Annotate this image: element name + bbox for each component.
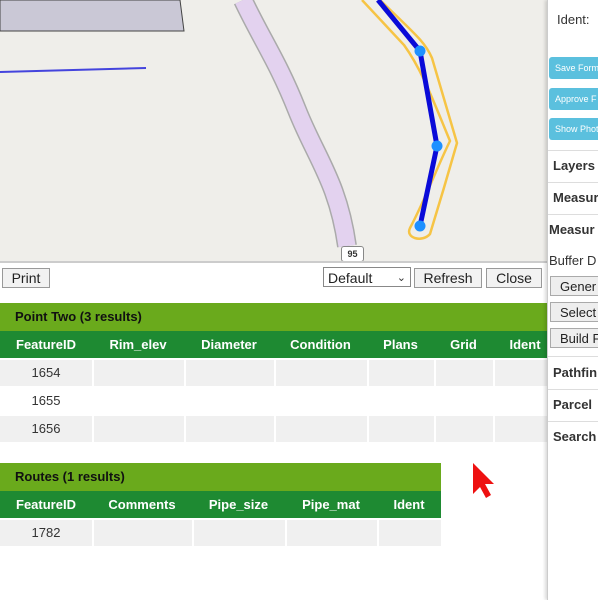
road-highway (235, 0, 356, 248)
select-button[interactable]: Select (550, 302, 598, 322)
save-form-button[interactable]: Save Form (549, 57, 598, 79)
search-section[interactable]: Search (553, 429, 596, 444)
parcel-polygon (0, 0, 185, 32)
measure-header[interactable]: Measur (549, 222, 595, 237)
empty-cell (369, 360, 434, 386)
divider (548, 389, 598, 390)
featureid-cell: 1782 (0, 520, 92, 546)
approve-button[interactable]: Approve F (549, 88, 598, 110)
divider (548, 150, 598, 151)
chevron-down-icon: ⌄ (396, 272, 406, 284)
col-featureid[interactable]: FeatureID (0, 331, 92, 358)
route-vertex (414, 220, 426, 232)
empty-cell (495, 416, 547, 442)
generate-button[interactable]: Gener (550, 276, 598, 296)
mouse-cursor-icon (473, 463, 494, 498)
featureid-cell: 1656 (0, 416, 92, 442)
divider (548, 182, 598, 183)
results-panel: Point Two (3 results) FeatureID Rim_elev… (0, 291, 547, 600)
featureid-cell: 1655 (31, 393, 61, 408)
col-condition[interactable]: Condition (274, 331, 367, 358)
empty-cell (94, 520, 192, 546)
show-photo-button[interactable]: Show Photo (549, 118, 598, 140)
table-row[interactable]: 1655 (0, 388, 547, 414)
build-button[interactable]: Build F (550, 328, 598, 348)
featureid-cell: 1654 (0, 360, 92, 386)
col-plans[interactable]: Plans (367, 331, 434, 358)
divider (548, 421, 598, 422)
empty-cell (94, 416, 184, 442)
map-canvas[interactable] (0, 0, 547, 261)
route-vertex (414, 45, 426, 57)
empty-cell (436, 360, 493, 386)
point-two-header: FeatureID Rim_elev Diameter Condition Pl… (0, 331, 547, 358)
buffer-distance-label: Buffer D (549, 253, 597, 268)
routes-title: Routes (1 results) (0, 463, 441, 491)
empty-cell (369, 416, 434, 442)
empty-cell (94, 360, 184, 386)
col-pipe-size[interactable]: Pipe_size (192, 491, 285, 518)
empty-cell (276, 360, 367, 386)
measure-section[interactable]: Measur (553, 190, 598, 205)
routes-header: FeatureID Comments Pipe_size Pipe_mat Id… (0, 491, 441, 518)
table-row[interactable]: 1782 (0, 520, 441, 546)
empty-cell (186, 360, 274, 386)
col-diameter[interactable]: Diameter (184, 331, 274, 358)
format-select[interactable]: Default ⌄ (323, 267, 411, 287)
map-view[interactable]: 95 (0, 0, 547, 261)
empty-cell (276, 416, 367, 442)
layers-section[interactable]: Layers (553, 158, 595, 173)
col-ident[interactable]: Ident (377, 491, 441, 518)
route-vertex (431, 140, 443, 152)
divider (548, 356, 598, 357)
empty-cell (436, 416, 493, 442)
empty-cell (495, 360, 547, 386)
empty-cell (287, 520, 377, 546)
col-rim-elev[interactable]: Rim_elev (92, 331, 184, 358)
col-grid[interactable]: Grid (434, 331, 493, 358)
col-featureid[interactable]: FeatureID (0, 491, 92, 518)
selected-route (376, 0, 440, 227)
refresh-button[interactable]: Refresh (414, 268, 482, 288)
results-toolbar: Print Default ⌄ Refresh Close (0, 261, 547, 293)
close-button[interactable]: Close (486, 268, 542, 288)
table-row[interactable]: 1654 (0, 360, 547, 386)
empty-cell (379, 520, 441, 546)
format-select-value: Default (328, 270, 373, 286)
print-button[interactable]: Print (2, 268, 50, 288)
parcel-section[interactable]: Parcel (553, 397, 592, 412)
side-panel: Ident: Save Form Approve F Show Photo La… (547, 0, 598, 600)
col-comments[interactable]: Comments (92, 491, 192, 518)
point-two-title: Point Two (3 results) (0, 303, 547, 331)
divider (548, 214, 598, 215)
ident-label: Ident: (557, 12, 590, 27)
pathfinder-section[interactable]: Pathfin (553, 365, 597, 380)
col-pipe-mat[interactable]: Pipe_mat (285, 491, 377, 518)
table-row[interactable]: 1656 (0, 416, 547, 442)
empty-cell (194, 520, 285, 546)
route-shield: 95 (341, 246, 364, 261)
empty-cell (186, 416, 274, 442)
boundary-line (0, 67, 147, 73)
